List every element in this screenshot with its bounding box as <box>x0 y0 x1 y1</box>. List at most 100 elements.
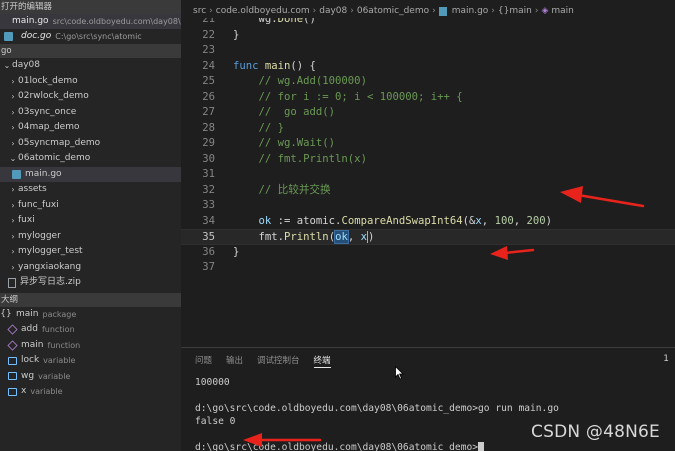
outline-item[interactable]: {} main package <box>0 307 181 323</box>
tree-item-02rwlock-demo[interactable]: › 02rwlock_demo <box>0 89 181 105</box>
tree-item-yangxiaokang[interactable]: › yangxiaokang <box>0 260 181 276</box>
tree-item-main-go[interactable]: main.go <box>0 166 181 182</box>
outline-item[interactable]: x variable <box>0 384 181 400</box>
outline-item-name: add <box>21 324 38 334</box>
terminal-selector[interactable]: 1 <box>663 354 669 364</box>
code-text: // 比较并交换 <box>258 183 331 196</box>
code-line[interactable]: 31 <box>181 167 675 183</box>
chevron-right-icon: › <box>209 6 213 16</box>
chevron-right-icon: › <box>11 92 15 101</box>
tree-item-label: mylogger_test <box>18 246 83 256</box>
code-text: // for i := 0; i < 100000; i++ { <box>258 90 463 103</box>
tree-item-04map-demo[interactable]: › 04map_demo <box>0 120 181 136</box>
code-editor[interactable]: 21 wg.Done() 22} 23 24 func main() {25 // wg… <box>181 0 675 347</box>
code-line[interactable]: 22} <box>181 28 675 44</box>
tree-item-zip[interactable]: 异步写日志.zip <box>0 275 181 291</box>
line-number: 30 <box>202 152 215 165</box>
code-line[interactable]: 30 // fmt.Println(x) <box>181 152 675 168</box>
code-text: // fmt.Println(x) <box>258 152 367 165</box>
line-number: 28 <box>202 121 215 134</box>
tree-item-fuxi[interactable]: › fuxi <box>0 213 181 229</box>
tab-debug-console[interactable]: 调试控制台 <box>257 354 300 368</box>
chevron-right-icon: › <box>491 6 495 16</box>
outline-item-kind: function <box>41 325 75 334</box>
tree-item-func-fuxi[interactable]: › func_fuxi <box>0 198 181 214</box>
outline-item[interactable]: wg variable <box>0 369 181 385</box>
open-editors-header[interactable]: 打开的编辑器 <box>0 0 181 14</box>
breadcrumb-item[interactable]: day08 <box>319 4 347 18</box>
code-line[interactable]: 27 // go add() <box>181 105 675 121</box>
open-editor-path: src\code.oldboyedu.com\day08\... <box>52 17 181 26</box>
chevron-right-icon: › <box>11 200 15 210</box>
code-line[interactable]: 35 fmt.Println(ok, x) <box>181 229 675 245</box>
terminal-prompt-line[interactable]: d:\go\src\code.oldboyedu.com\day08\06ato… <box>195 441 559 451</box>
terminal-cursor <box>478 442 485 451</box>
terminal-output[interactable]: 100000 d:\go\src\code.oldboyedu.com\day0… <box>195 376 559 451</box>
terminal-line: d:\go\src\code.oldboyedu.com\day08\06ato… <box>195 403 559 414</box>
tree-item-03sync-once[interactable]: › 03sync_once <box>0 105 181 121</box>
chevron-right-icon: › <box>11 231 15 241</box>
chevron-right-icon: › <box>432 6 436 16</box>
tree-item-06atomic-demo[interactable]: ⌄ 06atomic_demo <box>0 151 181 167</box>
tree-item-assets[interactable]: › assets <box>0 182 181 198</box>
line-number: 32 <box>202 183 215 196</box>
code-text: // wg.Add(100000) <box>258 75 367 87</box>
open-editor-filename: main.go <box>12 16 49 26</box>
chevron-right-icon: › <box>11 123 15 132</box>
go-file-icon <box>12 169 21 179</box>
tree-item-mylogger-test[interactable]: › mylogger_test <box>0 244 181 260</box>
variable-icon <box>8 356 17 365</box>
go-file-icon <box>4 32 13 41</box>
tree-item-label: fuxi <box>18 215 35 225</box>
breadcrumb-item[interactable]: src <box>193 4 206 18</box>
code-line[interactable]: 32 // 比较并交换 <box>181 183 675 199</box>
code-line[interactable]: 33 <box>181 198 675 214</box>
tree-item-05syncmap-demo[interactable]: › 05syncmap_demo <box>0 136 181 152</box>
breadcrumb-item[interactable]: main <box>551 4 574 18</box>
chevron-down-icon: ⌄ <box>3 61 11 70</box>
chevron-right-icon: › <box>11 138 15 148</box>
code-text: // } <box>258 121 285 134</box>
tab-terminal[interactable]: 终端 <box>313 354 331 368</box>
outline-header[interactable]: 大纲 <box>0 292 181 307</box>
tree-item-day08[interactable]: ⌄ day08 <box>0 58 181 74</box>
code-line[interactable]: 28 // } <box>181 121 675 137</box>
tab-problems[interactable]: 问题 <box>195 354 212 368</box>
code-line[interactable]: 37 <box>181 260 675 276</box>
outline-item[interactable]: lock variable <box>0 353 181 369</box>
code-line[interactable]: 23 <box>181 43 675 59</box>
open-editor-doc-go[interactable]: doc.go C:\go\src\sync\atomic <box>0 29 181 44</box>
breadcrumb-item[interactable]: 06atomic_demo <box>357 4 429 18</box>
tree-item-label: 05syncmap_demo <box>18 137 101 148</box>
tree-item-label: main.go <box>25 168 62 179</box>
open-editor-main-go[interactable]: main.go src\code.oldboyedu.com\day08\... <box>0 14 181 29</box>
code-line[interactable]: 29 // wg.Wait() <box>181 136 675 152</box>
tree-item-label: day08 <box>12 60 41 70</box>
code-line[interactable]: 36} <box>181 245 675 261</box>
chevron-right-icon: › <box>11 107 15 117</box>
breadcrumb-item[interactable]: code.oldboyedu.com <box>216 4 310 18</box>
code-line[interactable]: 34 ok := atomic.CompareAndSwapInt64(&x, … <box>181 214 675 230</box>
tree-item-label: 03sync_once <box>18 106 77 117</box>
breadcrumb-item[interactable]: {}main <box>498 4 532 18</box>
function-icon <box>7 340 18 351</box>
line-number: 24 <box>202 59 215 72</box>
code-line[interactable]: 25 // wg.Add(100000) <box>181 74 675 90</box>
tab-output[interactable]: 输出 <box>226 354 243 368</box>
outline-item[interactable]: main function <box>0 338 181 354</box>
tree-item-label: 02rwlock_demo <box>18 91 89 101</box>
tree-item-01lock-demo[interactable]: › 01lock_demo <box>0 74 181 90</box>
tree-item-mylogger[interactable]: › mylogger <box>0 229 181 245</box>
code-line[interactable]: 26 // for i := 0; i < 100000; i++ { <box>181 90 675 106</box>
tree-item-label: assets <box>18 184 47 194</box>
code-text: // go add() <box>258 106 336 118</box>
function-icon: ◈ <box>541 6 549 16</box>
outline-item[interactable]: add function <box>0 322 181 338</box>
code-line[interactable]: 24 func main() { <box>181 59 675 75</box>
line-number: 33 <box>202 199 215 211</box>
explorer-sidebar: 打开的编辑器 main.go src\code.oldboyedu.com\da… <box>0 0 181 451</box>
line-number: 35 <box>202 231 215 243</box>
breadcrumb-item[interactable]: main.go <box>452 4 489 18</box>
folder-header[interactable]: go <box>0 44 181 58</box>
